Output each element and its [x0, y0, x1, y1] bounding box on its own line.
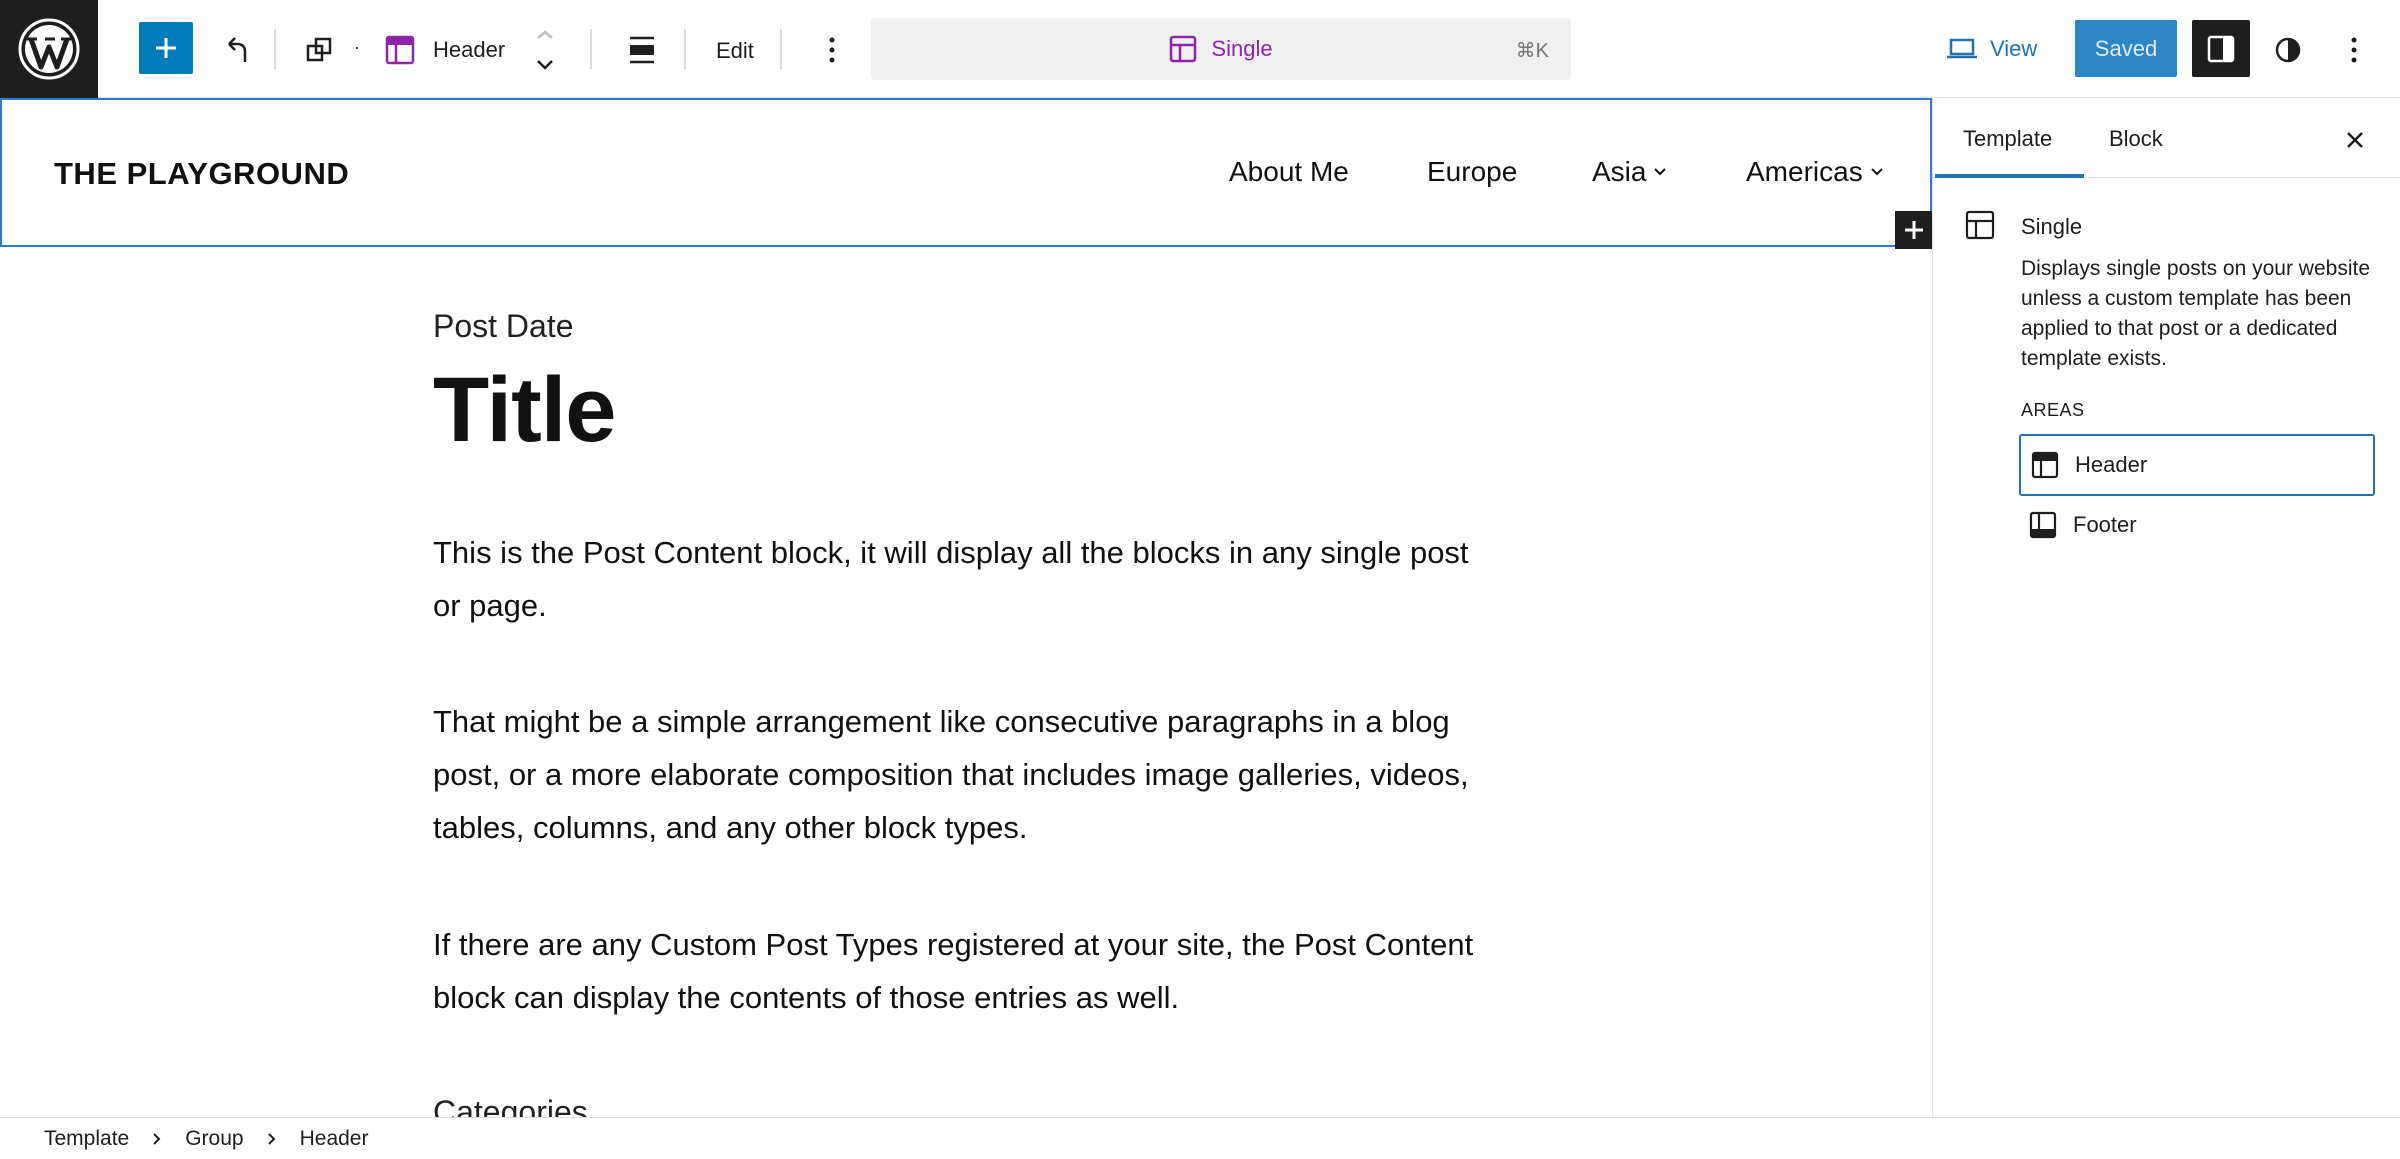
nav-label: Americas: [1746, 156, 1863, 187]
chevron-up-icon: [537, 30, 553, 39]
post-categories-block[interactable]: Categories: [433, 1094, 1493, 1117]
post-title-block[interactable]: Title: [433, 364, 1493, 456]
toolbar-divider: [274, 29, 276, 69]
nav-item-asia[interactable]: Asia: [1592, 156, 1668, 188]
command-shortcut: ⌘K: [1515, 40, 1549, 62]
add-block-button[interactable]: [1895, 211, 1932, 249]
post-content-paragraph[interactable]: This is the Post Content block, it will …: [433, 526, 1493, 632]
areas-heading: AREAS: [2021, 400, 2085, 420]
breadcrumb-header[interactable]: Header: [300, 1127, 369, 1151]
tab-block[interactable]: Block: [2109, 126, 2163, 152]
close-sidebar-button[interactable]: [2337, 122, 2373, 158]
active-tab-indicator: [1935, 174, 2084, 178]
layout-icon: [1965, 210, 1995, 245]
block-inserter-button[interactable]: [139, 22, 193, 74]
chevron-right-icon: [151, 1132, 163, 1146]
layout-icon: [1170, 35, 1197, 63]
block-type-button[interactable]: [380, 30, 420, 70]
template-name: Single: [2021, 214, 2083, 239]
settings-button[interactable]: [2192, 20, 2250, 77]
document-title[interactable]: Single: [871, 18, 1571, 80]
nav-label: About Me: [1229, 156, 1349, 187]
command-palette-bar[interactable]: Single ⌘K: [871, 18, 1571, 80]
undo-icon: [228, 37, 247, 62]
nav-item-americas[interactable]: Americas: [1746, 156, 1885, 188]
tab-template[interactable]: Template: [1963, 126, 2052, 152]
breadcrumb-group[interactable]: Group: [185, 1127, 243, 1151]
toolbar-divider: [780, 29, 782, 69]
parent-block-button[interactable]: [300, 30, 340, 70]
sidebar-toggle-icon: [2207, 35, 2235, 62]
nav-label: Asia: [1592, 156, 1647, 187]
more-vertical-icon: [2351, 37, 2357, 63]
saved-button[interactable]: Saved: [2075, 20, 2177, 77]
post-content-paragraph[interactable]: If there are any Custom Post Types regis…: [433, 918, 1493, 1024]
wordpress-logo-icon[interactable]: [0, 0, 98, 98]
nav-item-europe[interactable]: Europe: [1427, 156, 1517, 188]
edit-button[interactable]: Edit: [716, 40, 754, 62]
area-label: Header: [2075, 452, 2148, 477]
move-block-buttons[interactable]: [530, 28, 560, 74]
site-title[interactable]: THE PLAYGROUND: [54, 156, 349, 192]
styles-button[interactable]: [2268, 30, 2308, 70]
document-title-label: Single: [1211, 36, 1273, 61]
copy-blocks-icon: [306, 37, 332, 62]
header-area-icon: [2031, 451, 2059, 479]
plus-icon: [156, 38, 176, 58]
editor-toolbar: · Header Edit Single ⌘K View Saved: [0, 0, 2400, 98]
nav-label: Europe: [1427, 156, 1518, 187]
area-label: Footer: [2073, 512, 2137, 537]
footer-area-icon: [2029, 511, 2057, 539]
close-icon: [2347, 132, 2363, 148]
chevron-down-icon: [537, 60, 553, 70]
block-name-label: Header: [433, 37, 506, 62]
sidebar-tabs: Template Block: [1933, 98, 2400, 178]
nav-item-about-me[interactable]: About Me: [1229, 156, 1349, 188]
settings-sidebar: Template Block Single Displays single po…: [1932, 98, 2400, 1117]
view-label: View: [1990, 36, 2038, 61]
post-date-block[interactable]: Post Date: [433, 308, 1493, 345]
toolbar-divider: [590, 29, 592, 69]
post-content-paragraph[interactable]: That might be a simple arrangement like …: [433, 695, 1493, 854]
desktop-icon: [1947, 38, 1977, 59]
dot-separator: ·: [354, 37, 360, 57]
editor-canvas[interactable]: THE PLAYGROUND About Me Europe Asia Amer…: [0, 98, 1932, 1117]
more-vertical-icon: [829, 37, 835, 63]
header-block-selected[interactable]: THE PLAYGROUND About Me Europe Asia Amer…: [0, 98, 1932, 249]
template-description: Displays single posts on your website un…: [2021, 257, 2371, 370]
toolbar-divider: [684, 29, 686, 69]
block-breadcrumb: Template Group Header: [0, 1117, 2400, 1159]
view-button[interactable]: View: [1946, 22, 2037, 76]
area-item-header[interactable]: Header: [2019, 434, 2375, 496]
undo-button[interactable]: [218, 30, 258, 70]
plus-icon: [1905, 221, 1923, 239]
align-full-icon: [630, 36, 654, 64]
contrast-icon: [2275, 37, 2301, 63]
chevron-down-icon: [1870, 168, 1883, 176]
chevron-right-icon: [266, 1132, 278, 1146]
block-options-button[interactable]: [812, 30, 852, 70]
area-item-footer[interactable]: Footer: [2019, 494, 2375, 556]
align-button[interactable]: [622, 30, 662, 70]
header-template-part-icon: [385, 35, 415, 65]
chevron-down-icon: [1654, 168, 1667, 176]
options-button[interactable]: [2334, 30, 2374, 70]
breadcrumb-template[interactable]: Template: [44, 1127, 129, 1151]
